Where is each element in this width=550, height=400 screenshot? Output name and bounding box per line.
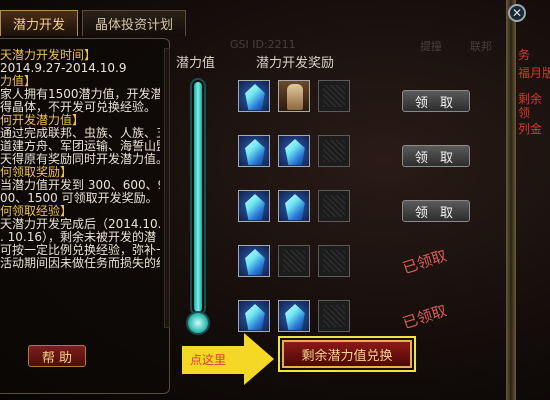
exchange-remaining-potential-button[interactable]: 剩余潜力值兑换 [282, 340, 412, 368]
background-label: GSI ID:2211 [230, 38, 296, 51]
side-text: 福月版 [518, 66, 550, 80]
side-text: 务 [518, 48, 531, 62]
crystal-reward-icon[interactable] [278, 300, 310, 332]
tab-bar: 潜力开发 晶体投资计划 [0, 0, 187, 36]
background-label: 联邦 [470, 40, 492, 53]
pointer-label: 点这里 [190, 353, 227, 367]
claimed-stamp: 已领取 [400, 301, 449, 333]
empty-slot-icon [318, 300, 350, 332]
crystal-reward-icon[interactable] [238, 300, 270, 332]
claim-button[interactable]: 领 取 [402, 200, 470, 222]
potential-gauge-fill [194, 82, 202, 312]
potential-gauge-bulb [186, 311, 210, 335]
crystal-reward-icon[interactable] [238, 190, 270, 222]
empty-slot-icon [318, 135, 350, 167]
empty-slot-icon [318, 190, 350, 222]
info-scrollbar[interactable] [164, 48, 170, 328]
close-icon[interactable]: ✕ [508, 4, 526, 22]
background-label: 提撞 [420, 40, 442, 53]
pointer-arrow-head [244, 333, 274, 385]
crystal-reward-icon[interactable] [238, 80, 270, 112]
crystal-reward-icon[interactable] [238, 245, 270, 277]
claim-button[interactable]: 领 取 [402, 145, 470, 167]
reward-row: 领 取 [232, 180, 470, 232]
reward-row: 已领取 [232, 235, 449, 287]
tab-crystal-investment[interactable]: 晶体投资计划 [82, 10, 187, 36]
character-reward-icon[interactable] [278, 80, 310, 112]
crystal-reward-icon[interactable] [238, 135, 270, 167]
side-text: 领 [518, 106, 531, 120]
crystal-reward-icon[interactable] [278, 135, 310, 167]
reward-row: 领 取 [232, 125, 470, 177]
potential-gauge [190, 78, 206, 316]
claim-button[interactable]: 领 取 [402, 90, 470, 112]
info-line: 活动期间因未做任务而损失的经 [0, 256, 160, 270]
tab-potential-development[interactable]: 潜力开发 [0, 10, 79, 36]
potential-value-header: 潜力值 [176, 56, 216, 71]
claimed-stamp: 已领取 [400, 246, 449, 278]
side-text: 列金 [518, 122, 543, 136]
window-frame [506, 0, 516, 400]
info-text: 天潜力开发时间】 2014.9.27-2014.10.9 力值】 家人拥有150… [0, 45, 160, 295]
reward-header: 潜力开发奖励 [256, 56, 335, 71]
empty-slot-icon [318, 245, 350, 277]
empty-slot-icon [278, 245, 310, 277]
empty-slot-icon [318, 80, 350, 112]
help-button[interactable]: 帮 助 [28, 345, 86, 367]
reward-row: 领 取 [232, 70, 470, 122]
crystal-reward-icon[interactable] [278, 190, 310, 222]
